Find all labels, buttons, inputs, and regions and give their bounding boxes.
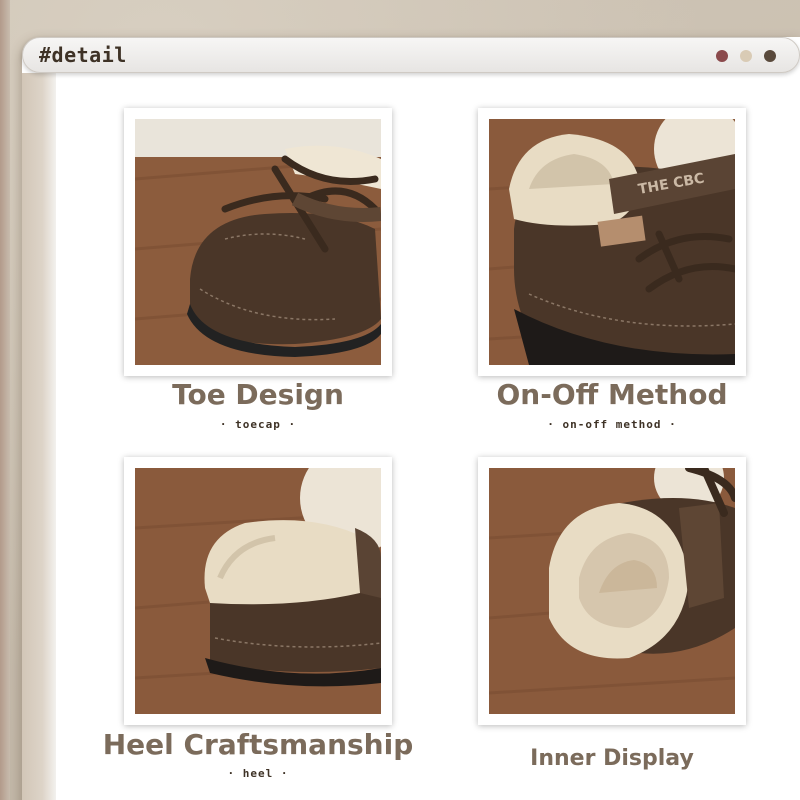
heel-craftsmanship-subtitle: · heel · [227, 767, 289, 780]
on-off-method-card: THE CBC [478, 108, 746, 376]
strap-photo: THE CBC [489, 119, 735, 365]
heel-craftsmanship-title: Heel Craftsmanship [102, 728, 414, 761]
heel-photo [135, 468, 381, 714]
window-edge [22, 73, 56, 800]
heel-craftsmanship-card [124, 457, 392, 725]
inner-display-title: Inner Display [530, 746, 694, 771]
on-off-method-title: On-Off Method [496, 378, 728, 411]
window-title: #detail [39, 43, 127, 67]
inner-photo [489, 468, 735, 714]
close-button[interactable] [716, 50, 728, 62]
toe-design-subtitle: · toecap · [219, 418, 297, 431]
inner-display-card [478, 457, 746, 725]
toe-design-title: Toe Design [172, 378, 344, 411]
toe-photo [135, 119, 381, 365]
title-bar[interactable]: #detail [22, 37, 800, 73]
minimize-button[interactable] [740, 50, 752, 62]
on-off-method-subtitle: · on-off method · [547, 418, 677, 431]
background-edge [0, 0, 10, 800]
maximize-button[interactable] [764, 50, 776, 62]
toe-design-card [124, 108, 392, 376]
